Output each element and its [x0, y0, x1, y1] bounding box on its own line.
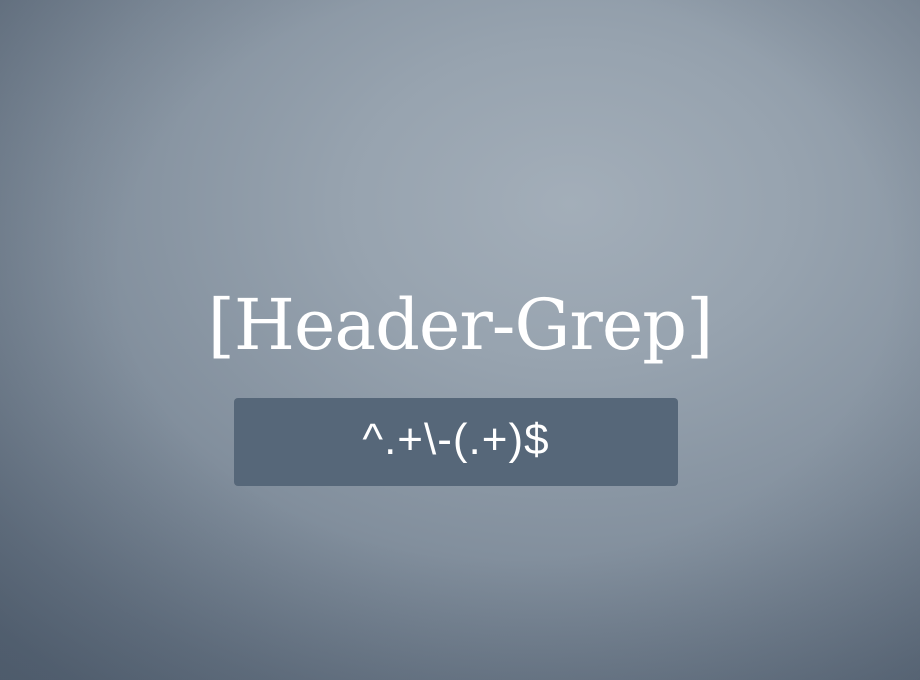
regex-pattern: ^.+\-(.+)$ — [362, 415, 550, 464]
regex-badge: ^.+\-(.+)$ — [234, 398, 678, 486]
page-title: [Header-Grep] — [207, 284, 714, 366]
